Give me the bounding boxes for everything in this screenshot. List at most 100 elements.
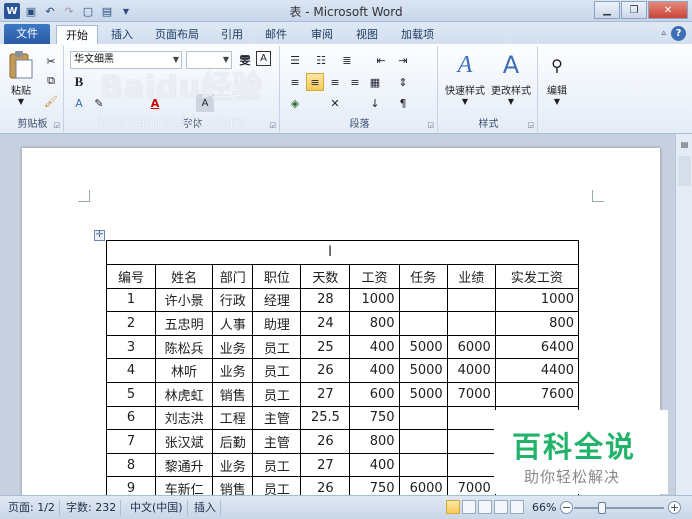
status-page[interactable]: 页面: 1/2 bbox=[4, 500, 60, 516]
minimize-icon[interactable]: ▁ bbox=[594, 1, 620, 19]
table-cell[interactable] bbox=[398, 429, 448, 454]
table-cell[interactable]: 黎通升 bbox=[155, 452, 214, 478]
table-cell[interactable]: 1000 bbox=[349, 287, 400, 313]
clipboard-launcher-icon[interactable]: ◲ bbox=[53, 121, 60, 129]
tab-home[interactable]: 开始 bbox=[56, 25, 98, 44]
table-cell[interactable]: 5000 bbox=[398, 334, 448, 360]
chinese-layout-icon[interactable]: ✕ bbox=[326, 94, 344, 112]
header-cell[interactable]: 业绩 bbox=[446, 264, 496, 289]
decrease-indent-icon[interactable]: ⇤ bbox=[372, 51, 390, 69]
table-cell[interactable]: 25 bbox=[300, 334, 351, 360]
table-cell[interactable]: 五忠明 bbox=[155, 311, 214, 336]
table-title-cell[interactable] bbox=[106, 240, 579, 265]
status-language[interactable]: 中文(中国) bbox=[126, 500, 188, 516]
styles-launcher-icon[interactable]: ◲ bbox=[527, 121, 534, 129]
tab-review[interactable]: 审阅 bbox=[302, 25, 342, 44]
table-cell[interactable]: 员工 bbox=[252, 476, 302, 495]
header-cell[interactable]: 任务 bbox=[398, 264, 448, 289]
table-cell[interactable] bbox=[446, 429, 496, 454]
header-cell[interactable]: 职位 bbox=[252, 264, 302, 289]
header-cell[interactable]: 部门 bbox=[212, 264, 254, 289]
collapse-ribbon-icon[interactable]: ▵ bbox=[661, 28, 666, 38]
table-cell[interactable]: 陈松兵 bbox=[155, 334, 214, 360]
shading-icon[interactable]: ◈ bbox=[286, 94, 304, 112]
table-cell[interactable]: 5000 bbox=[398, 358, 448, 383]
table-cell[interactable]: 后勤 bbox=[212, 429, 254, 454]
distributed-icon[interactable]: ▦ bbox=[366, 73, 384, 91]
table-cell[interactable]: 6 bbox=[105, 405, 157, 431]
table-cell[interactable]: 林虎虹 bbox=[155, 381, 214, 407]
table-cell[interactable]: 许小景 bbox=[155, 287, 214, 313]
numbering-icon[interactable]: ☷ bbox=[312, 51, 330, 69]
status-word-count[interactable]: 字数: 232 bbox=[62, 500, 122, 516]
table-cell[interactable]: 员工 bbox=[252, 452, 302, 478]
table-cell[interactable]: 4000 bbox=[446, 358, 496, 383]
align-right-icon[interactable]: ≡ bbox=[326, 73, 344, 91]
table-cell[interactable]: 主管 bbox=[252, 405, 302, 431]
table-cell[interactable]: 28 bbox=[300, 287, 351, 313]
table-cell[interactable]: 4400 bbox=[494, 358, 580, 383]
table-cell[interactable]: 800 bbox=[494, 311, 580, 336]
zoom-out-icon[interactable]: − bbox=[560, 501, 573, 514]
table-cell[interactable]: 6000 bbox=[446, 334, 496, 360]
table-cell[interactable]: 业务 bbox=[212, 334, 254, 360]
table-cell[interactable]: 26 bbox=[300, 476, 351, 495]
table-cell[interactable]: 9 bbox=[105, 476, 157, 495]
table-cell[interactable]: 7000 bbox=[446, 476, 496, 495]
table-cell[interactable]: 750 bbox=[349, 405, 400, 431]
table-cell[interactable]: 助理 bbox=[252, 311, 302, 336]
multilevel-list-icon[interactable]: ≣ bbox=[338, 51, 356, 69]
table-cell[interactable] bbox=[446, 311, 496, 336]
zoom-level[interactable]: 66% bbox=[532, 500, 556, 516]
table-cell[interactable]: 27 bbox=[300, 452, 351, 478]
paste-button[interactable]: 粘贴 ▼ bbox=[6, 50, 36, 106]
table-cell[interactable]: 刘志洪 bbox=[155, 405, 214, 431]
header-cell[interactable]: 实发工资 bbox=[494, 264, 580, 289]
fullscreen-reading-view-icon[interactable] bbox=[462, 500, 476, 514]
table-cell[interactable]: 7000 bbox=[446, 381, 496, 407]
table-cell[interactable]: 3 bbox=[105, 334, 157, 360]
table-cell[interactable] bbox=[446, 405, 496, 431]
print-layout-view-icon[interactable] bbox=[446, 500, 460, 514]
restore-icon[interactable]: ❐ bbox=[621, 1, 647, 19]
table-cell[interactable]: 800 bbox=[349, 311, 400, 336]
table-cell[interactable]: 400 bbox=[349, 334, 400, 360]
zoom-in-icon[interactable]: + bbox=[668, 501, 681, 514]
table-cell[interactable] bbox=[398, 311, 448, 336]
table-cell[interactable]: 26 bbox=[300, 429, 351, 454]
font-launcher-icon[interactable]: ◲ bbox=[269, 121, 276, 129]
text-effects-icon[interactable]: A bbox=[70, 94, 88, 112]
table-cell[interactable]: 工程 bbox=[212, 405, 254, 431]
vertical-scrollbar[interactable]: ▤ bbox=[675, 134, 692, 495]
help-icon[interactable]: ? bbox=[671, 26, 686, 41]
table-cell[interactable]: 销售 bbox=[212, 476, 254, 495]
bullets-icon[interactable]: ☰ bbox=[286, 51, 304, 69]
table-cell[interactable]: 业务 bbox=[212, 452, 254, 478]
table-cell[interactable] bbox=[398, 405, 448, 431]
outline-view-icon[interactable] bbox=[494, 500, 508, 514]
table-cell[interactable]: 5 bbox=[105, 381, 157, 407]
table-cell[interactable]: 张汉斌 bbox=[155, 429, 214, 454]
table-cell[interactable]: 7600 bbox=[494, 381, 580, 407]
line-spacing-icon[interactable]: ⇕ bbox=[394, 73, 412, 91]
paste-dropdown-icon[interactable]: ▼ bbox=[6, 97, 36, 106]
table-cell[interactable]: 1000 bbox=[494, 287, 580, 313]
tab-view[interactable]: 视图 bbox=[347, 25, 387, 44]
table-cell[interactable]: 400 bbox=[349, 452, 400, 478]
table-cell[interactable]: 8 bbox=[105, 452, 157, 478]
table-cell[interactable]: 6000 bbox=[398, 476, 448, 495]
table-cell[interactable]: 27 bbox=[300, 381, 351, 407]
table-cell[interactable]: 2 bbox=[105, 311, 157, 336]
table-cell[interactable]: 业务 bbox=[212, 358, 254, 383]
table-cell[interactable]: 经理 bbox=[252, 287, 302, 313]
table-cell[interactable]: 7 bbox=[105, 429, 157, 454]
table-cell[interactable]: 销售 bbox=[212, 381, 254, 407]
table-cell[interactable]: 主管 bbox=[252, 429, 302, 454]
table-cell[interactable]: 4 bbox=[105, 358, 157, 383]
cut-icon[interactable]: ✂ bbox=[42, 52, 60, 70]
table-cell[interactable] bbox=[446, 287, 496, 313]
table-cell[interactable]: 6400 bbox=[494, 334, 580, 360]
header-cell[interactable]: 姓名 bbox=[155, 264, 214, 289]
table-cell[interactable]: 员工 bbox=[252, 358, 302, 383]
tab-mailings[interactable]: 邮件 bbox=[256, 25, 296, 44]
